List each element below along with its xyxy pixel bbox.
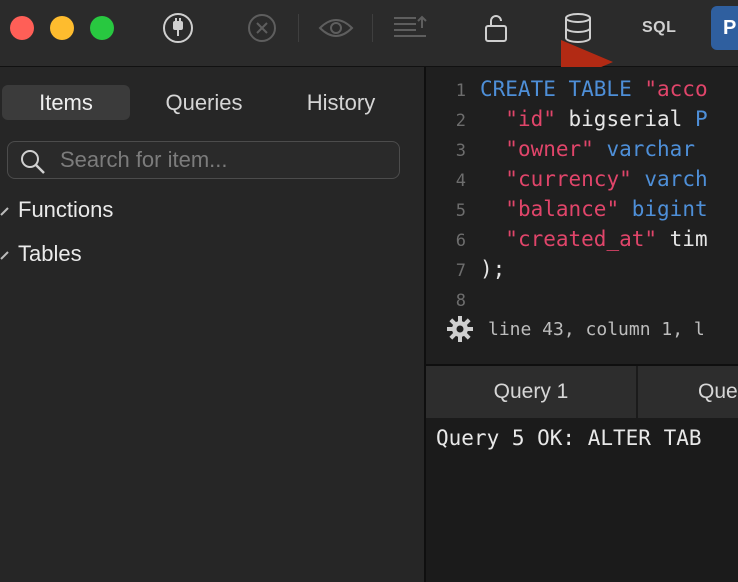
code-token: varchar xyxy=(606,137,695,161)
plug-icon[interactable] xyxy=(160,10,196,46)
code-token: "id" xyxy=(505,107,556,131)
tab-queries[interactable]: Queries xyxy=(138,85,270,120)
results-pane: Query 5 OK: ALTER TAB xyxy=(426,418,738,582)
code-line[interactable]: 4 "currency" varch xyxy=(426,165,708,195)
postgres-badge[interactable]: P xyxy=(711,6,738,50)
sql-editor[interactable]: 1 CREATE TABLE "acco 2 "id" bigserial P3 "… xyxy=(426,67,738,365)
cursor-position: line 43, column 1, l xyxy=(488,318,705,340)
tab-items[interactable]: Items xyxy=(2,85,130,120)
lock-open-icon[interactable] xyxy=(478,10,514,46)
line-number: 4 xyxy=(455,171,466,191)
sidebar: Items Queries History Functions Tables xyxy=(0,67,424,582)
toolbar-divider xyxy=(298,14,299,42)
code-line[interactable]: 6 "created_at" tim xyxy=(426,225,708,255)
result-message: Query 5 OK: ALTER TAB xyxy=(436,426,702,450)
line-number: 6 xyxy=(455,231,466,251)
code-token: bigint xyxy=(631,197,708,221)
code-line[interactable]: 2 "id" bigserial P xyxy=(426,105,708,135)
chevron-icon[interactable] xyxy=(0,239,12,269)
upload-text-icon[interactable] xyxy=(392,10,428,46)
chevron-icon[interactable] xyxy=(0,195,12,225)
code-token: "currency" xyxy=(505,167,632,191)
tree-item-tables[interactable]: Tables xyxy=(0,239,82,269)
code-lines[interactable]: 1 CREATE TABLE "acco 2 "id" bigserial P3 "… xyxy=(426,75,708,315)
editor-status-bar: line 43, column 1, l xyxy=(446,315,705,343)
toolbar: SQL P xyxy=(0,0,738,67)
eye-icon[interactable] xyxy=(318,10,354,46)
line-number: 1 xyxy=(455,81,466,101)
sql-button[interactable]: SQL xyxy=(642,19,676,37)
code-token: "acco xyxy=(644,77,708,101)
tab-query-2[interactable]: Que xyxy=(638,366,738,418)
code-token: "balance" xyxy=(505,197,620,221)
code-token: "owner" xyxy=(505,137,594,161)
code-token: bigserial xyxy=(555,107,695,131)
close-circle-icon[interactable] xyxy=(244,10,280,46)
code-token: P xyxy=(694,107,708,131)
tab-query-1[interactable]: Query 1 xyxy=(426,366,638,418)
line-number: 8 xyxy=(455,291,466,311)
code-line[interactable]: 7); xyxy=(426,255,708,285)
code-line[interactable]: 1 CREATE TABLE "acco xyxy=(426,75,708,105)
search-input[interactable] xyxy=(60,142,390,178)
code-token: CREATE TABLE xyxy=(480,77,645,101)
code-line[interactable]: 8 xyxy=(426,285,708,315)
close-window-button[interactable] xyxy=(10,16,34,40)
zoom-window-button[interactable] xyxy=(90,16,114,40)
code-token: varch xyxy=(644,167,708,191)
search-box xyxy=(7,141,400,179)
line-number: 5 xyxy=(455,201,466,221)
search-icon xyxy=(21,150,45,174)
code-token: "created_at" xyxy=(505,227,658,251)
tree-item-label: Tables xyxy=(18,241,82,266)
minimize-window-button[interactable] xyxy=(50,16,74,40)
query-tabs: Query 1 Que xyxy=(426,366,738,418)
toolbar-divider xyxy=(372,14,373,42)
code-line[interactable]: 3 "owner" varchar xyxy=(426,135,708,165)
tab-history[interactable]: History xyxy=(278,85,404,120)
postgres-badge-label: P xyxy=(723,16,737,39)
line-number: 3 xyxy=(455,141,466,161)
tree-item-functions[interactable]: Functions xyxy=(0,195,113,225)
tree-item-label: Functions xyxy=(18,197,114,222)
line-number: 2 xyxy=(455,111,466,131)
line-number: 7 xyxy=(455,261,466,281)
code-token: tim xyxy=(657,227,708,251)
sidebar-tabs: Items Queries History xyxy=(2,85,412,121)
gear-icon[interactable] xyxy=(446,315,474,343)
code-token: ); xyxy=(480,257,506,281)
code-line[interactable]: 5 "balance" bigint xyxy=(426,195,708,225)
